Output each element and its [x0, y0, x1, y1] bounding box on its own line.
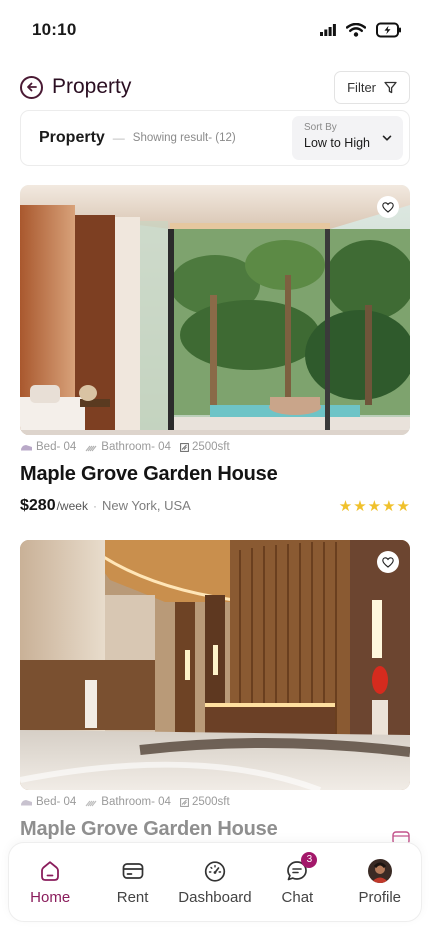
star-icon: ★ [353, 497, 367, 515]
bed-icon [21, 444, 32, 450]
header-left: Property [20, 75, 131, 99]
chat-badge: 3 [301, 851, 318, 868]
filter-label: Filter [347, 79, 376, 95]
property-location: New York, USA [101, 498, 191, 513]
price-location: $280 /week · New York, USA [20, 497, 191, 515]
nav-label-rent: Rent [116, 888, 149, 906]
wifi-icon [346, 23, 366, 37]
area-icon [180, 797, 189, 807]
section-title: Property [39, 129, 105, 146]
area-feature: 2500sft [180, 796, 230, 808]
nav-profile[interactable]: Profile [342, 858, 418, 906]
status-time: 10:10 [32, 20, 77, 39]
signal-icon [320, 24, 336, 36]
area-size: 2500sft [191, 796, 230, 808]
bath-count: Bathroom- 04 [101, 441, 171, 453]
heart-icon [382, 201, 394, 213]
avatar [367, 858, 392, 883]
status-bar: 10:10 [0, 0, 430, 60]
price-row: $280 /week · New York, USA ★ ★ ★ ★ ★ [20, 497, 410, 515]
arrow-left-icon [26, 82, 37, 92]
filter-button[interactable]: Filter [334, 70, 410, 104]
favorite-button[interactable] [377, 551, 399, 573]
page-title: Property [52, 75, 132, 98]
rating-stars: ★ ★ ★ ★ ★ [339, 499, 410, 514]
favorite-button[interactable] [377, 196, 399, 218]
gauge-icon [203, 859, 227, 883]
star-icon: ★ [338, 497, 353, 515]
nav-dashboard[interactable]: Dashboard [177, 859, 253, 906]
bottom-navigation: Home Rent Dashboard 3 Chat Profile [8, 842, 422, 922]
bed-count: Bed- 04 [36, 796, 77, 808]
bed-count: Bed- 04 [36, 441, 77, 453]
dash-separator: — [112, 131, 125, 145]
result-count: Showing result- (12) [132, 132, 236, 144]
property-card[interactable]: Bed- 04 Bathroom- 04 2500sft Maple Grove… [20, 540, 410, 841]
bath-feature: Bathroom- 04 [85, 796, 171, 808]
bath-count: Bathroom- 04 [101, 796, 171, 808]
bath-icon [85, 800, 97, 806]
battery-icon [376, 22, 401, 38]
page-header: Property Filter [20, 70, 410, 104]
nav-label-chat: Chat [281, 888, 314, 906]
star-icon: ★ [396, 497, 410, 515]
star-icon: ★ [382, 497, 396, 515]
separator-dot: · [92, 499, 97, 513]
property-features: Bed- 04 Bathroom- 04 2500sft [20, 796, 410, 808]
property-photo-garden [20, 185, 410, 435]
bed-feature: Bed- 04 [20, 441, 76, 453]
profile-icon-wrap [367, 858, 392, 883]
back-button[interactable] [20, 75, 43, 99]
chat-icon: 3 [285, 851, 318, 883]
heart-icon [382, 556, 394, 568]
property-card[interactable]: Bed- 04 Bathroom- 04 2500sft Maple Grove… [20, 185, 410, 515]
nav-rent[interactable]: Rent [95, 859, 171, 906]
nav-label-dashboard: Dashboard [178, 888, 252, 906]
filter-icon [384, 81, 397, 93]
sort-dropdown[interactable]: Sort By Low to High [292, 116, 403, 160]
property-title[interactable]: Maple Grove Garden House [20, 818, 410, 841]
nav-home[interactable]: Home [12, 859, 88, 906]
sort-label: Sort By [304, 122, 337, 133]
area-icon [180, 442, 189, 452]
area-feature: 2500sft [180, 441, 230, 453]
property-image[interactable] [20, 540, 410, 790]
sort-value: Low to High [304, 136, 371, 150]
nav-chat[interactable]: 3 Chat [259, 851, 335, 906]
nav-label-profile: Profile [358, 888, 402, 906]
chevron-down-icon [382, 135, 392, 141]
bath-icon [85, 445, 97, 451]
price-period: /week [56, 499, 88, 513]
property-image[interactable] [20, 185, 410, 435]
property-price: $280 [20, 497, 56, 514]
results-summary: Property — Showing result- (12) [39, 129, 236, 147]
sort-bar: Property — Showing result- (12) Sort By … [20, 110, 410, 166]
home-icon [38, 859, 62, 883]
nav-label-home: Home [30, 888, 71, 906]
area-size: 2500sft [191, 441, 230, 453]
bed-icon [21, 799, 32, 805]
star-icon: ★ [367, 497, 382, 515]
bath-feature: Bathroom- 04 [85, 441, 171, 453]
bed-feature: Bed- 04 [20, 796, 76, 808]
property-features: Bed- 04 Bathroom- 04 2500sft [20, 441, 410, 453]
card-icon [121, 859, 145, 883]
property-photo-lobby [20, 540, 410, 790]
property-title[interactable]: Maple Grove Garden House [20, 463, 410, 486]
status-icons [320, 22, 402, 38]
